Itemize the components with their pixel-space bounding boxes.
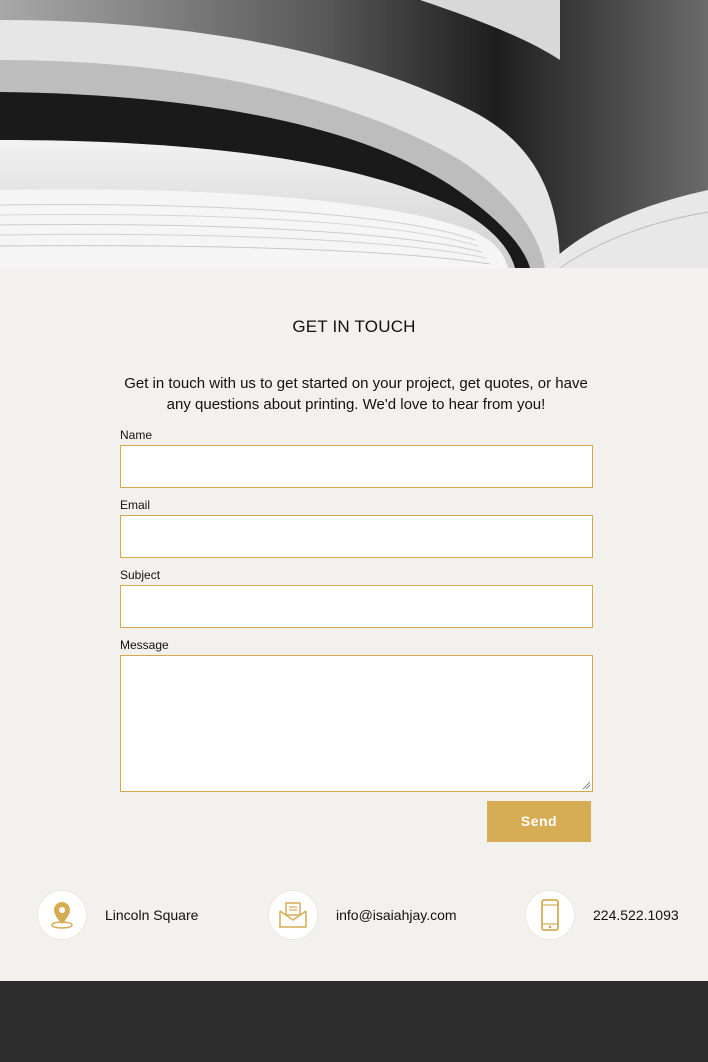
intro-text: Get in touch with us to get started on y… (124, 375, 588, 413)
location-text: Lincoln Square (105, 907, 199, 923)
send-button[interactable]: Send (487, 801, 591, 842)
message-textarea[interactable] (120, 655, 593, 792)
location-pin-icon (51, 902, 73, 929)
resize-grip-icon[interactable] (582, 781, 590, 789)
contact-phone: 224.522.1093 (525, 890, 679, 940)
section-title: GET IN TOUCH (292, 317, 416, 336)
location-circle (37, 890, 87, 940)
email-input[interactable] (120, 515, 593, 558)
hero-image-open-book (0, 0, 708, 268)
footer (0, 981, 708, 1062)
name-input[interactable] (120, 445, 593, 488)
name-label: Name (120, 428, 153, 442)
subject-label: Subject (120, 568, 161, 582)
subject-input[interactable] (120, 585, 593, 628)
message-label: Message (120, 638, 169, 652)
contact-email: info@isaiahjay.com (268, 890, 457, 940)
email-circle (268, 890, 318, 940)
contact-section: GET IN TOUCH Get in touch with us to get… (0, 268, 708, 981)
email-text[interactable]: info@isaiahjay.com (336, 907, 457, 923)
phone-circle (525, 890, 575, 940)
phone-icon (541, 899, 559, 931)
contact-location: Lincoln Square (37, 890, 198, 940)
phone-text[interactable]: 224.522.1093 (593, 907, 679, 923)
email-label: Email (120, 498, 151, 512)
envelope-icon (279, 902, 307, 928)
